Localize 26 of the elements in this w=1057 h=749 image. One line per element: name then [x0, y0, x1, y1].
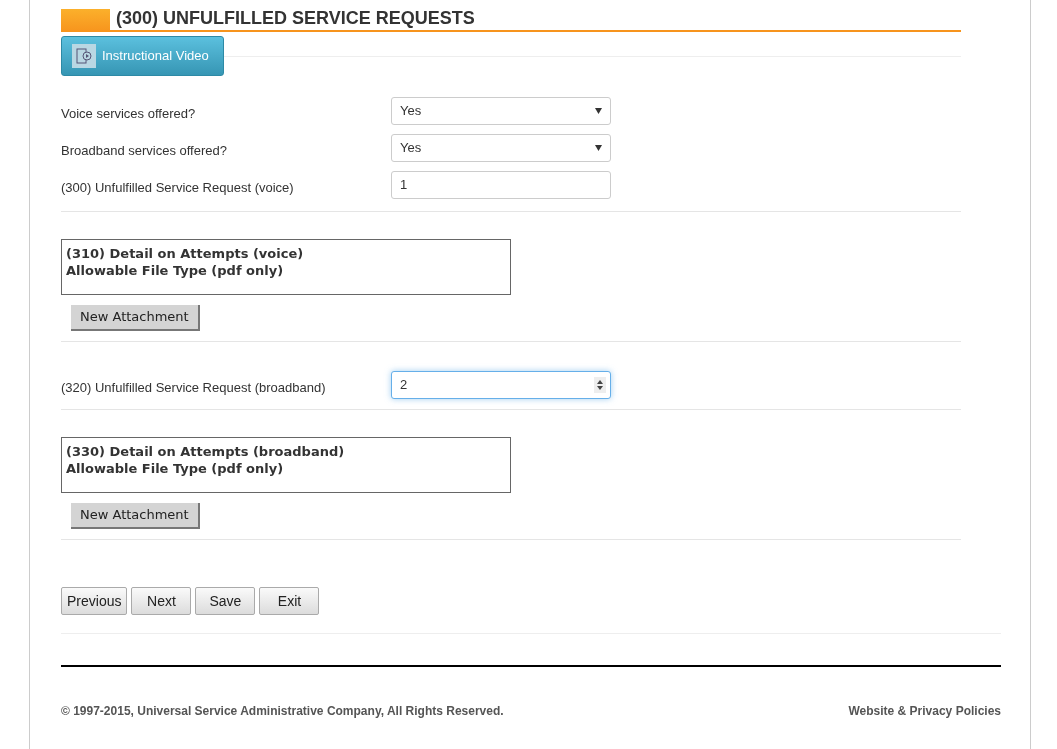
file-type-note: Allowable File Type (pdf only) — [66, 262, 285, 279]
file-type-note: Allowable File Type (pdf only) — [66, 460, 285, 477]
nav-button[interactable]: Save — [195, 587, 256, 615]
new-attachment-button[interactable]: New Attachment — [71, 503, 200, 529]
copyright-text: © 1997-2015, Universal Service Administrative Company, All Rights Reserved. — [61, 703, 504, 720]
title-accent-bar — [61, 9, 110, 32]
field-label: (320) Unfulfilled Service Request (broadband) — [61, 378, 327, 397]
dropdown-field[interactable]: Yes — [391, 96, 611, 125]
dropdown-caret-icon — [595, 107, 602, 114]
dropdown-caret-icon — [595, 144, 602, 151]
spinner-arrows-icon[interactable] — [594, 376, 606, 393]
field-label: Voice services offered? — [61, 104, 197, 123]
nav-button[interactable]: Previous — [61, 587, 128, 615]
field-label: Broadband services offered? — [61, 141, 228, 160]
new-attachment-button[interactable]: New Attachment — [71, 305, 200, 331]
input-field[interactable]: 1 — [391, 170, 611, 199]
privacy-policies-link[interactable]: Website & Privacy Policies — [848, 702, 1001, 720]
page-title: (300) UNFULFILLED SERVICE REQUESTS — [116, 7, 475, 30]
field-label: (300) Unfulfilled Service Request (voice) — [61, 178, 295, 197]
nav-button[interactable]: Exit — [259, 587, 320, 615]
number-field[interactable]: 2 — [391, 370, 611, 399]
film-play-icon — [72, 44, 96, 68]
attachment-title: (310) Detail on Attempts (voice) — [66, 245, 305, 262]
attachment-title: (330) Detail on Attempts (broadband) — [66, 443, 346, 460]
dropdown-field[interactable]: Yes — [391, 133, 611, 162]
nav-button[interactable]: Next — [131, 587, 192, 615]
